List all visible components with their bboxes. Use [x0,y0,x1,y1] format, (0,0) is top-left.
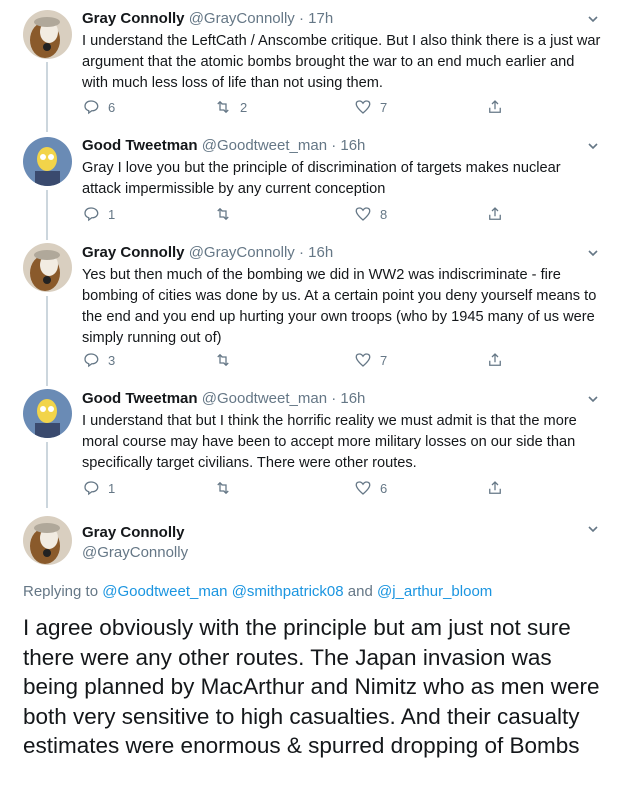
thread-line [46,62,48,132]
share-button[interactable] [486,98,504,116]
tweet-actions: 6 2 7 [82,98,512,118]
timestamp[interactable]: · 16h [299,244,333,261]
replying-prefix: Replying to [23,583,103,600]
tweet-text: I understand the LeftCath / Anscombe cri… [82,33,601,91]
reply-button[interactable]: 3 [82,351,115,369]
thread-line [46,442,48,508]
timestamp[interactable]: · 16h [331,390,365,407]
like-count: 6 [380,480,388,496]
mention-link[interactable]: @j_arthur_bloom [377,583,492,600]
like-count: 8 [380,206,388,222]
tweet-header: Good Tweetman @Goodtweet_man · 16h [82,137,365,155]
retweet-icon [217,100,229,114]
author-handle[interactable]: @GrayConnolly [189,10,295,27]
author-name[interactable]: Gray Connolly [82,524,185,541]
tweet-text: I agree obviously with the principle but… [23,615,600,758]
tweet-header: Gray Connolly @GrayConnolly · 17h [82,10,333,28]
chevron-down-icon[interactable] [587,140,599,152]
share-icon [489,481,501,494]
tweet-actions: 1 8 [82,205,512,225]
like-button[interactable]: 7 [354,351,387,369]
thread-line [46,296,48,386]
reply-count: 1 [108,480,116,496]
heart-icon [355,353,371,367]
reply-icon [84,207,99,222]
retweet-icon [217,207,229,221]
tweet-text: Yes but then much of the bombing we did … [82,267,597,346]
author-name[interactable]: Good Tweetman [82,137,198,154]
share-icon [489,100,501,113]
avatar[interactable] [23,243,72,292]
tweet-text: I understand that but I think the horrif… [82,413,577,471]
timestamp[interactable]: · 17h [299,10,333,27]
retweet-icon [217,481,229,495]
author-handle[interactable]: @Goodtweet_man [202,390,327,407]
retweet-count: 2 [240,99,248,115]
avatar[interactable] [23,516,72,565]
share-icon [489,207,501,220]
replying-to: Replying to @Goodtweet_man @smithpatrick… [23,583,492,600]
reply-button[interactable]: 6 [82,98,115,116]
reply-count: 6 [108,99,116,115]
mention-link[interactable]: @Goodtweet_man [102,583,227,600]
retweet-button[interactable]: 2 [214,98,247,116]
tweet-header: Good Tweetman @Goodtweet_man · 16h [82,390,365,408]
like-button[interactable]: 7 [354,98,387,116]
heart-icon [355,100,371,114]
timestamp[interactable]: · 16h [331,137,365,154]
replying-and: and [343,583,377,600]
author-handle[interactable]: @GrayConnolly [82,544,188,561]
reply-button[interactable]: 1 [82,205,115,223]
chevron-down-icon[interactable] [587,393,599,405]
chevron-down-icon[interactable] [587,247,599,259]
avatar[interactable] [23,389,72,438]
retweet-button[interactable] [214,205,240,223]
tweet-text: Gray I love you but the principle of dis… [82,160,561,197]
chevron-down-icon[interactable] [587,523,599,535]
heart-icon [355,207,371,221]
retweet-icon [217,353,229,367]
like-button[interactable]: 6 [354,479,387,497]
author-name[interactable]: Gray Connolly [82,10,185,27]
author-handle[interactable]: @Goodtweet_man [202,137,327,154]
retweet-button[interactable] [214,351,240,369]
avatar[interactable] [23,137,72,186]
reply-count: 3 [108,352,116,368]
share-button[interactable] [486,351,504,369]
tweet-actions: 1 6 [82,479,512,499]
like-count: 7 [380,352,388,368]
reply-icon [84,481,99,496]
author-name[interactable]: Good Tweetman [82,390,198,407]
reply-button[interactable]: 1 [82,479,115,497]
tweet-header: Gray Connolly @GrayConnolly · 16h [82,244,333,262]
share-button[interactable] [486,205,504,223]
tweet-actions: 3 7 [82,351,512,371]
thread-line [46,190,48,240]
author-name[interactable]: Gray Connolly [82,244,185,261]
chevron-down-icon[interactable] [587,13,599,25]
reply-icon [84,353,99,368]
mention-link[interactable]: @smithpatrick08 [232,583,344,600]
like-button[interactable]: 8 [354,205,387,223]
retweet-button[interactable] [214,479,240,497]
heart-icon [355,481,371,495]
share-icon [489,353,501,366]
author-handle[interactable]: @GrayConnolly [189,244,295,261]
share-button[interactable] [486,479,504,497]
like-count: 7 [380,99,388,115]
reply-count: 1 [108,206,116,222]
avatar[interactable] [23,10,72,59]
reply-icon [84,100,99,115]
